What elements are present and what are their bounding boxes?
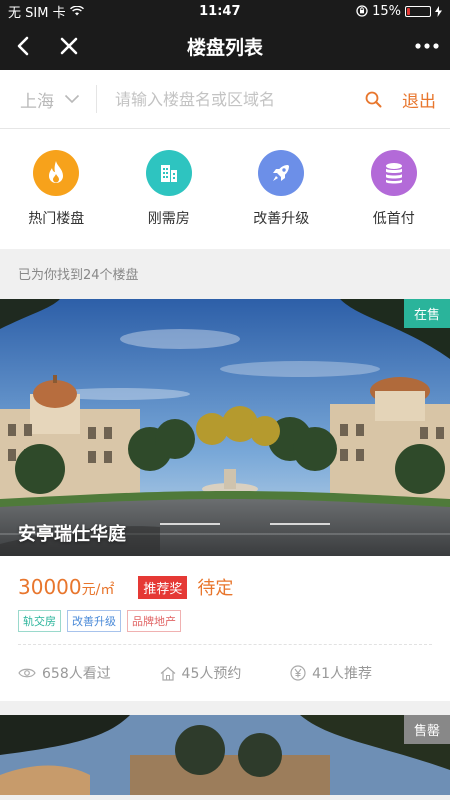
flame-icon xyxy=(33,150,80,196)
category-upgrade[interactable]: 改善升级 xyxy=(231,150,331,228)
city-selector[interactable]: 上海 xyxy=(20,87,80,112)
price: 30000元/㎡ xyxy=(18,575,114,599)
wifi-icon xyxy=(69,6,84,16)
recommends-count: 41人推荐 xyxy=(312,666,372,682)
listing-card[interactable]: 在售 安亭瑞仕华庭 30000元/㎡ 推荐奖 待定 轨交房 改善升级 品牌地产 xyxy=(0,299,450,701)
category-label: 热门楼盘 xyxy=(28,211,85,227)
tag-list: 轨交房 改善升级 品牌地产 xyxy=(18,610,432,632)
clock: 11:47 xyxy=(199,3,241,19)
status-badge: 售罄 xyxy=(403,715,450,744)
charging-icon xyxy=(435,5,442,17)
tag: 品牌地产 xyxy=(127,610,181,632)
listing-details: 30000元/㎡ 推荐奖 待定 轨交房 改善升级 品牌地产 658人看过 45人… xyxy=(0,556,450,701)
yuan-icon xyxy=(290,665,306,681)
category-label: 改善升级 xyxy=(253,211,310,227)
status-bar: 无 SIM 卡 11:47 15% xyxy=(0,0,450,22)
stat-views: 658人看过 xyxy=(18,663,111,683)
coins-icon xyxy=(370,150,417,196)
result-count: 已为你找到24个楼盘 xyxy=(0,253,450,299)
logout-button[interactable]: 退出 xyxy=(402,87,436,112)
status-badge: 在售 xyxy=(403,299,450,328)
battery-icon xyxy=(405,5,431,17)
home-icon xyxy=(160,666,175,681)
award-badge: 推荐奖 xyxy=(138,575,188,599)
chevron-left-icon xyxy=(17,36,29,56)
divider xyxy=(96,85,97,113)
stat-recommends: 41人推荐 xyxy=(290,663,372,683)
city-label: 上海 xyxy=(20,91,54,112)
page: 无 SIM 卡 11:47 15% 楼盘列表 上海 请输入楼盘名或区域名 退出 … xyxy=(0,0,450,800)
price-value: 30000 xyxy=(18,575,82,599)
building-icon xyxy=(145,150,192,196)
category-label: 低首付 xyxy=(372,211,415,227)
category-hot[interactable]: 热门楼盘 xyxy=(6,150,106,228)
search-input[interactable] xyxy=(115,89,356,109)
close-icon xyxy=(60,37,78,55)
search-icon xyxy=(365,91,381,107)
eye-icon xyxy=(18,668,36,678)
rocket-icon xyxy=(258,150,305,196)
chevron-down-icon xyxy=(64,94,80,104)
nav-bar: 楼盘列表 xyxy=(0,22,450,70)
more-dots-icon xyxy=(415,43,439,49)
listing-image xyxy=(0,715,450,795)
tag: 改善升级 xyxy=(67,610,121,632)
category-low-down-payment[interactable]: 低首付 xyxy=(344,150,444,228)
category-rigid-demand[interactable]: 刚需房 xyxy=(119,150,219,228)
carrier-label: 无 SIM 卡 xyxy=(8,5,66,21)
rotation-lock-icon xyxy=(356,5,368,17)
stat-appointments: 45人预约 xyxy=(160,663,242,683)
price-row: 30000元/㎡ 推荐奖 待定 xyxy=(18,574,432,600)
back-button[interactable] xyxy=(0,22,46,70)
appointments-count: 45人预约 xyxy=(181,666,242,682)
award-value: 待定 xyxy=(197,578,234,599)
listing-name: 安亭瑞仕华庭 xyxy=(18,524,126,545)
listing-stats: 658人看过 45人预约 41人推荐 xyxy=(18,645,432,701)
close-button[interactable] xyxy=(46,22,92,70)
battery-percent: 15% xyxy=(372,3,401,19)
search-button[interactable] xyxy=(356,82,390,116)
views-count: 658人看过 xyxy=(42,666,111,682)
tag: 轨交房 xyxy=(18,610,61,632)
category-label: 刚需房 xyxy=(147,211,190,227)
category-nav: 热门楼盘 刚需房 改善升级 低首付 xyxy=(0,129,450,249)
listing-card[interactable]: 售罄 xyxy=(0,715,450,795)
search-bar: 上海 退出 xyxy=(0,70,450,129)
listing-image: 在售 安亭瑞仕华庭 xyxy=(0,299,450,556)
more-button[interactable] xyxy=(404,22,450,70)
price-unit: 元/㎡ xyxy=(81,582,115,598)
